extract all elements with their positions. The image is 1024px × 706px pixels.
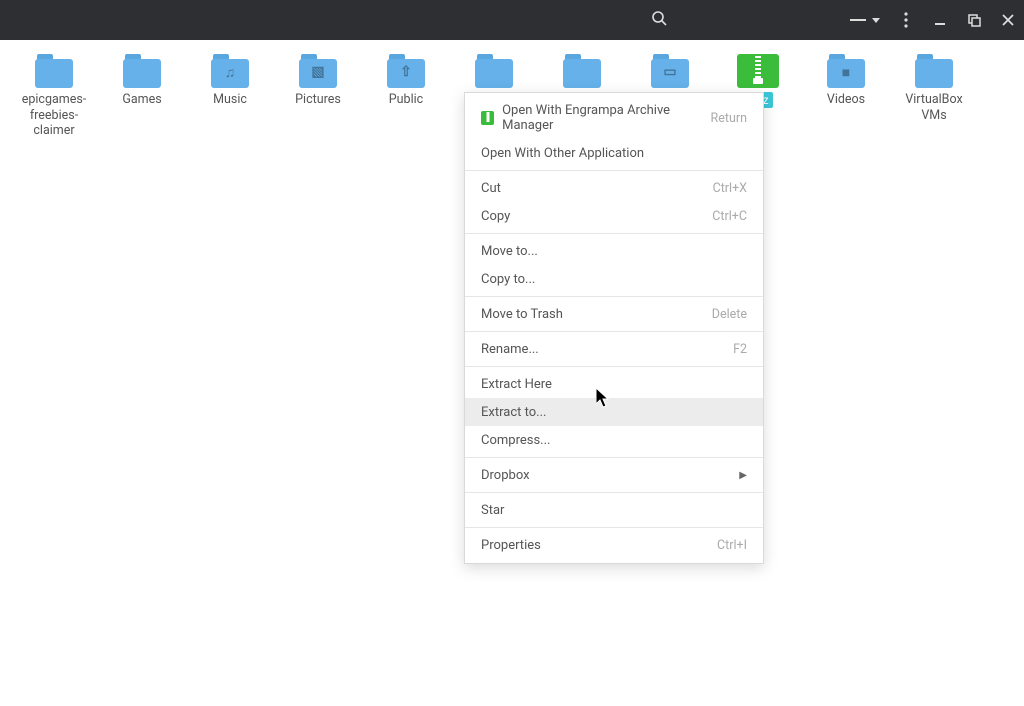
menu-label: Copy bbox=[481, 209, 510, 224]
search-icon[interactable] bbox=[651, 10, 667, 26]
menu-move-to-trash[interactable]: Move to Trash Delete bbox=[465, 300, 763, 328]
menu-label: Move to Trash bbox=[481, 307, 563, 322]
menu-label: Rename... bbox=[481, 342, 539, 357]
folder-icon bbox=[913, 54, 955, 88]
folder-label: VirtualBox VMs bbox=[892, 92, 976, 123]
menu-compress[interactable]: Compress... bbox=[465, 426, 763, 454]
mouse-cursor-icon bbox=[596, 388, 612, 410]
menu-separator bbox=[465, 457, 763, 458]
menu-extract-here[interactable]: Extract Here bbox=[465, 370, 763, 398]
menu-separator bbox=[465, 527, 763, 528]
menu-extract-to[interactable]: Extract to... bbox=[465, 398, 763, 426]
minimize-icon[interactable] bbox=[932, 12, 948, 28]
archive-icon bbox=[737, 54, 779, 88]
menu-label: Open With Other Application bbox=[481, 146, 644, 161]
menu-label: Cut bbox=[481, 181, 501, 196]
menu-open-with-other[interactable]: Open With Other Application bbox=[465, 139, 763, 167]
close-icon[interactable] bbox=[1000, 12, 1016, 28]
menu-separator bbox=[465, 170, 763, 171]
maximize-icon[interactable] bbox=[966, 12, 982, 28]
menu-label: Copy to... bbox=[481, 272, 535, 287]
folder-label: epicgames-freebies-claimer bbox=[12, 92, 96, 139]
menu-label: Properties bbox=[481, 538, 541, 553]
menu-label: Open With Engrampa Archive Manager bbox=[502, 103, 710, 133]
titlebar bbox=[0, 0, 1024, 40]
menu-dropbox[interactable]: Dropbox ▶ bbox=[465, 461, 763, 489]
menu-properties[interactable]: Properties Ctrl+I bbox=[465, 531, 763, 559]
folder-icon: ▭ bbox=[649, 54, 691, 88]
menu-copy-to[interactable]: Copy to... bbox=[465, 265, 763, 293]
menu-separator bbox=[465, 492, 763, 493]
folder-item[interactable]: ♫ Music bbox=[186, 50, 274, 143]
folder-icon: ▧ bbox=[297, 54, 339, 88]
folder-item[interactable]: VirtualBox VMs bbox=[890, 50, 978, 143]
menu-label: Extract to... bbox=[481, 405, 546, 420]
menu-separator bbox=[465, 331, 763, 332]
menu-accelerator: Delete bbox=[712, 307, 747, 322]
menu-label: Star bbox=[481, 503, 504, 518]
folder-item[interactable]: ⇧ Public bbox=[362, 50, 450, 143]
archive-app-icon bbox=[481, 111, 494, 125]
folder-icon bbox=[473, 54, 515, 88]
menu-label: Move to... bbox=[481, 244, 538, 259]
folder-label: Music bbox=[213, 92, 247, 108]
folder-icon bbox=[121, 54, 163, 88]
menu-accelerator: Ctrl+I bbox=[717, 538, 747, 553]
menu-separator bbox=[465, 233, 763, 234]
folder-label: Public bbox=[389, 92, 423, 108]
menu-cut[interactable]: Cut Ctrl+X bbox=[465, 174, 763, 202]
menu-accelerator: Ctrl+C bbox=[712, 209, 747, 224]
folder-icon bbox=[561, 54, 603, 88]
menu-star[interactable]: Star bbox=[465, 496, 763, 524]
menu-copy[interactable]: Copy Ctrl+C bbox=[465, 202, 763, 230]
menu-label: Compress... bbox=[481, 433, 550, 448]
folder-label: Videos bbox=[827, 92, 865, 108]
submenu-arrow-icon: ▶ bbox=[739, 470, 747, 481]
menu-accelerator: Return bbox=[711, 111, 747, 126]
view-mode-icon[interactable] bbox=[850, 12, 866, 28]
folder-item[interactable]: ▧ Pictures bbox=[274, 50, 362, 143]
menu-rename[interactable]: Rename... F2 bbox=[465, 335, 763, 363]
folder-item[interactable]: epicgames-freebies-claimer bbox=[10, 50, 98, 143]
folder-label: Pictures bbox=[295, 92, 341, 108]
kebab-menu-icon[interactable] bbox=[898, 12, 914, 28]
folder-icon bbox=[33, 54, 75, 88]
menu-separator bbox=[465, 366, 763, 367]
context-menu: Open With Engrampa Archive Manager Retur… bbox=[464, 92, 764, 564]
folder-item[interactable]: Games bbox=[98, 50, 186, 143]
menu-open-with-engrampa[interactable]: Open With Engrampa Archive Manager Retur… bbox=[465, 97, 763, 139]
menu-separator bbox=[465, 296, 763, 297]
folder-icon: ⇧ bbox=[385, 54, 427, 88]
folder-label: Games bbox=[122, 92, 161, 108]
folder-item[interactable]: ■ Videos bbox=[802, 50, 890, 143]
view-mode-caret-icon[interactable] bbox=[872, 18, 880, 23]
menu-label: Dropbox bbox=[481, 468, 530, 483]
menu-move-to[interactable]: Move to... bbox=[465, 237, 763, 265]
folder-icon: ♫ bbox=[209, 54, 251, 88]
menu-label: Extract Here bbox=[481, 377, 552, 392]
folder-icon: ■ bbox=[825, 54, 867, 88]
menu-accelerator: Ctrl+X bbox=[713, 181, 747, 196]
menu-accelerator: F2 bbox=[733, 342, 747, 357]
